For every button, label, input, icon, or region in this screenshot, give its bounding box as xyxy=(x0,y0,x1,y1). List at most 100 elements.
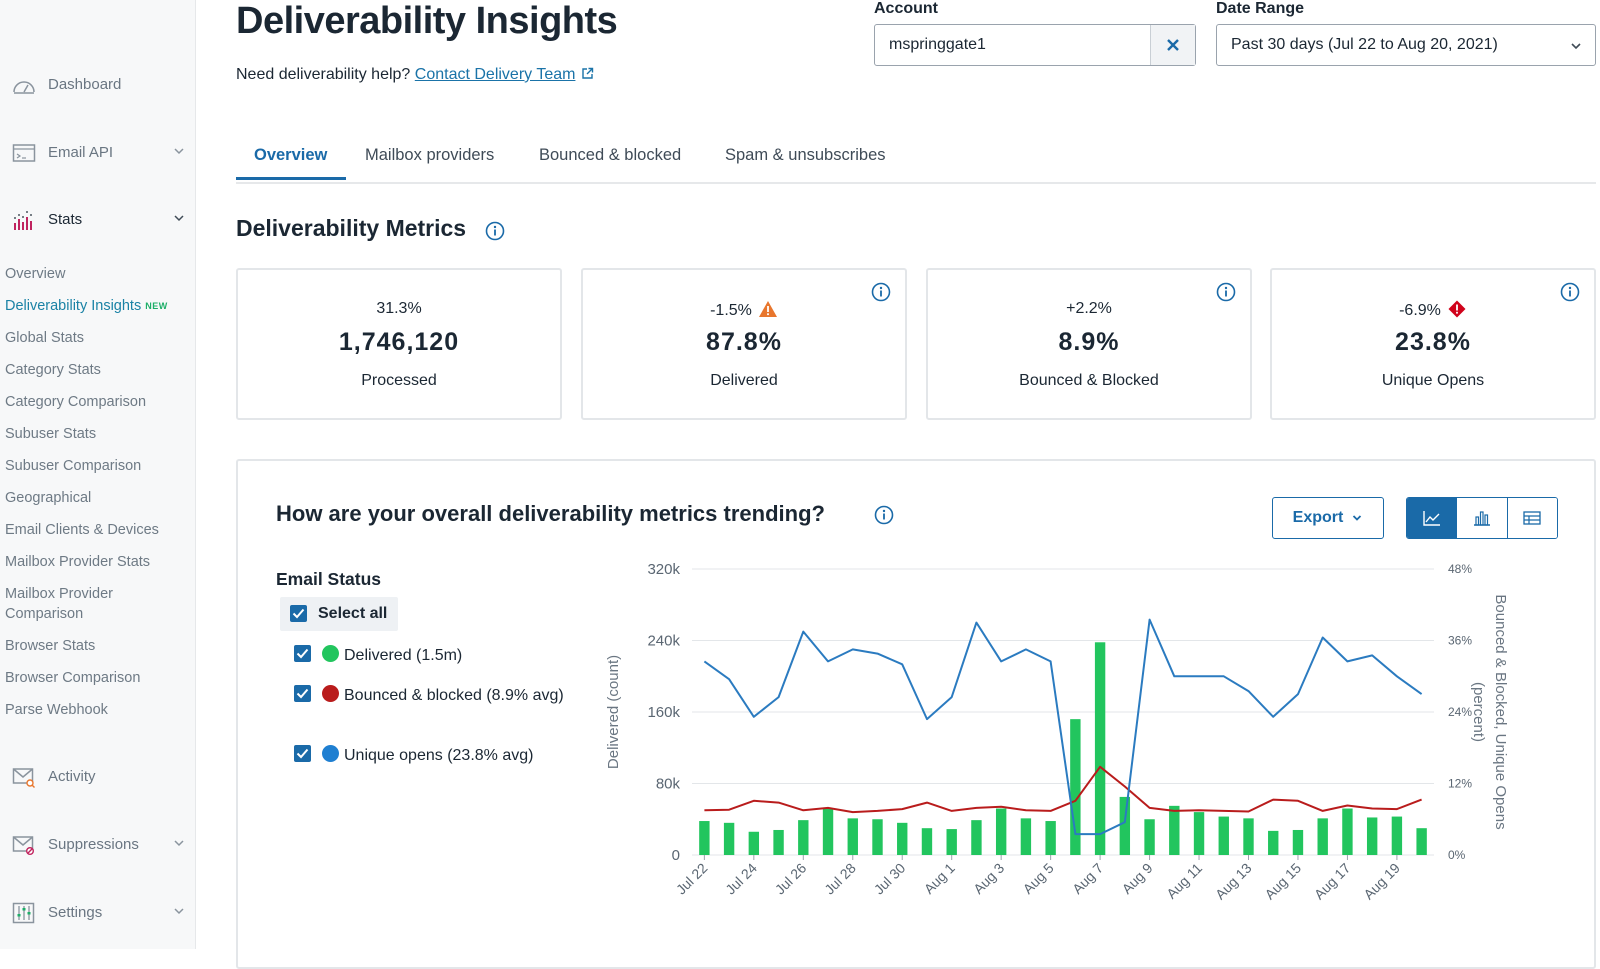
delivered-bar xyxy=(872,819,883,855)
export-button[interactable]: Export xyxy=(1272,497,1384,539)
sidebar-subitem-global-stats[interactable]: Global Stats xyxy=(5,328,84,348)
info-icon[interactable] xyxy=(1560,282,1580,302)
bounced-blocked-checkbox[interactable] xyxy=(294,685,311,702)
x-tick-label: Aug 1 xyxy=(921,860,958,897)
sidebar-subitem-subuser-comparison[interactable]: Subuser Comparison xyxy=(5,456,141,476)
contact-link-label: Contact Delivery Team xyxy=(414,66,576,83)
envelope-search-icon xyxy=(12,768,35,788)
email-status-title: Email Status xyxy=(276,569,382,589)
delivered-bar xyxy=(822,808,834,855)
delivered-color-dot xyxy=(322,645,339,662)
sidebar-subitem-browser-stats[interactable]: Browser Stats xyxy=(5,636,95,656)
select-all-checkbox[interactable] xyxy=(290,605,307,622)
sidebar-item-label: Dashboard xyxy=(48,76,122,93)
delivered-bar xyxy=(1193,812,1205,855)
check-icon xyxy=(296,688,309,699)
clear-account-button[interactable] xyxy=(1150,25,1195,65)
sidebar-subitem-browser-comparison[interactable]: Browser Comparison xyxy=(5,668,140,688)
tab-bounced-blocked[interactable]: Bounced & blocked xyxy=(539,146,681,165)
sliders-icon xyxy=(12,902,35,924)
sidebar-subitem-deliverability-insights[interactable]: Deliverability Insights NEW xyxy=(5,296,168,316)
chevron-down-icon xyxy=(1571,43,1581,50)
chart-view-toggle xyxy=(1406,497,1558,539)
delivered-bar xyxy=(723,822,735,855)
sidebar-subitem-mailbox-provider-comparison[interactable]: Mailbox Provider Comparison xyxy=(5,584,135,624)
delivered-bar xyxy=(1144,819,1155,855)
delivered-bar xyxy=(1119,796,1131,855)
x-tick-label: Jul 30 xyxy=(871,860,909,898)
date-range-value: Past 30 days (Jul 22 to Aug 20, 2021) xyxy=(1231,36,1498,53)
metric-delta: -6.9% xyxy=(1399,302,1441,319)
sidebar-item-email-api[interactable]: Email API xyxy=(0,138,195,168)
metric-value: 23.8% xyxy=(1395,328,1471,356)
delivered-bar xyxy=(1218,816,1229,855)
delivered-bar xyxy=(1094,642,1106,855)
sidebar-subitem-category-comparison[interactable]: Category Comparison xyxy=(5,392,146,412)
y-left-tick-label: 320k xyxy=(647,561,680,578)
y-right-axis-title-line-2: (percent) xyxy=(1470,682,1487,742)
account-input[interactable] xyxy=(875,25,1151,65)
sidebar-item-label: Suppressions xyxy=(48,836,139,853)
x-tick-label: Aug 19 xyxy=(1360,860,1403,903)
tab-mailbox-providers[interactable]: Mailbox providers xyxy=(365,146,494,165)
x-tick-label: Aug 17 xyxy=(1311,860,1354,903)
info-icon[interactable] xyxy=(485,221,505,241)
info-icon[interactable] xyxy=(874,505,894,525)
metric-delta: 31.3% xyxy=(376,300,422,317)
delivered-bar xyxy=(1268,830,1279,855)
sidebar-item-stats[interactable]: Stats xyxy=(0,205,195,235)
table-view-button[interactable] xyxy=(1507,498,1557,538)
y-left-tick-label: 160k xyxy=(647,704,680,721)
y-right-tick-label: 0% xyxy=(1448,848,1466,862)
bar-chart-view-button[interactable] xyxy=(1457,498,1508,538)
sidebar-item-label: Email API xyxy=(48,144,114,161)
sidebar-item-suppressions[interactable]: Suppressions xyxy=(0,830,195,860)
export-label: Export xyxy=(1292,509,1344,526)
sidebar: Dashboard Email API Stats Overview Deliv… xyxy=(0,0,196,949)
line-chart-view-button[interactable] xyxy=(1407,498,1458,538)
bounced-blocked-line xyxy=(704,765,1422,814)
delivered-bar xyxy=(921,828,933,855)
info-icon[interactable] xyxy=(871,282,891,302)
y-left-tick-label: 80k xyxy=(656,776,681,793)
delivered-bar xyxy=(1169,805,1180,855)
sidebar-subitem-mailbox-provider-stats[interactable]: Mailbox Provider Stats xyxy=(5,552,150,572)
delivered-bar xyxy=(946,829,957,855)
delivered-bar xyxy=(995,808,1007,855)
delivered-checkbox[interactable] xyxy=(294,645,311,662)
contact-delivery-team-link[interactable]: Contact Delivery Team xyxy=(415,66,595,83)
external-link-icon xyxy=(582,67,594,79)
x-tick-label: Aug 7 xyxy=(1069,860,1106,897)
opens-color-dot xyxy=(322,745,339,762)
y-right-tick-label: 12% xyxy=(1448,777,1472,791)
unique-opens-line xyxy=(703,618,1423,836)
tab-overview[interactable]: Overview xyxy=(254,146,327,165)
select-all-checkbox-row[interactable]: Select all xyxy=(280,597,398,631)
chevron-down-icon xyxy=(174,908,184,915)
sidebar-subitem-geographical[interactable]: Geographical xyxy=(5,488,91,508)
delivered-bar xyxy=(1292,829,1304,855)
sidebar-subitem-category-stats[interactable]: Category Stats xyxy=(5,360,101,380)
delivered-bar xyxy=(798,820,809,855)
sidebar-item-settings[interactable]: Settings xyxy=(0,898,195,928)
sidebar-subitem-parse-webhook[interactable]: Parse Webhook xyxy=(5,700,108,720)
date-range-select[interactable]: Past 30 days (Jul 22 to Aug 20, 2021) xyxy=(1216,24,1596,66)
trend-title: How are your overall deliverability metr… xyxy=(276,501,825,526)
sidebar-subitem-label: Deliverability Insights xyxy=(5,298,142,314)
sidebar-subitem-email-clients-devices[interactable]: Email Clients & Devices xyxy=(5,520,159,540)
account-label: Account xyxy=(874,0,938,17)
info-icon[interactable] xyxy=(1216,282,1236,302)
x-tick-label: Aug 11 xyxy=(1163,860,1205,902)
delivered-bar xyxy=(748,831,760,855)
delivered-bar xyxy=(1045,821,1056,855)
unique-opens-checkbox[interactable] xyxy=(294,745,311,762)
sidebar-subitem-overview[interactable]: Overview xyxy=(5,264,65,284)
metric-delta: +2.2% xyxy=(1066,300,1112,317)
sidebar-item-dashboard[interactable]: Dashboard xyxy=(0,70,195,100)
trend-chart: 0 80k 160k 240k 320k 0% 12% 24% 36% 48% Delivered … xyxy=(605,561,1509,903)
tab-spam-unsubscribes[interactable]: Spam & unsubscribes xyxy=(725,146,886,165)
bounced-color-dot xyxy=(322,685,339,702)
sidebar-subitem-subuser-stats[interactable]: Subuser Stats xyxy=(5,424,96,444)
sidebar-item-activity[interactable]: Activity xyxy=(0,762,195,792)
metric-card-processed: 31.3% 1,746,120 Processed xyxy=(236,268,562,420)
